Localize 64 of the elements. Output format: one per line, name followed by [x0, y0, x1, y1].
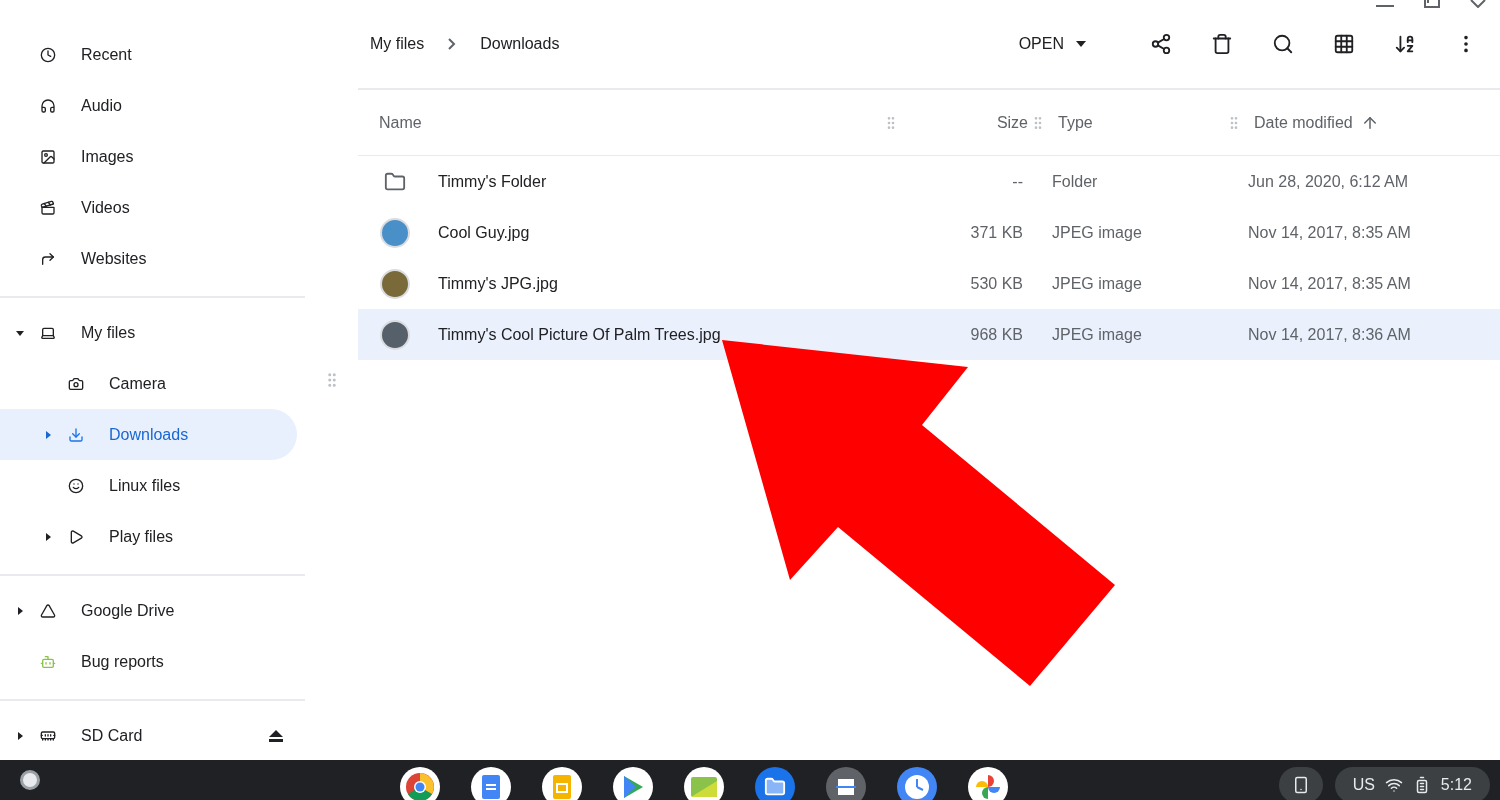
- clock-app-icon[interactable]: [897, 767, 938, 800]
- sidebar-item[interactable]: Bug reports: [0, 636, 297, 687]
- open-button[interactable]: OPEN: [1008, 27, 1096, 61]
- file-name: Timmy's Folder: [438, 172, 547, 191]
- launcher-icon[interactable]: [20, 770, 40, 790]
- column-header[interactable]: Date modified: [1254, 113, 1353, 132]
- sidebar-item[interactable]: Downloads: [0, 409, 297, 460]
- scanner-app-icon[interactable]: [826, 767, 867, 800]
- file-name: Cool Guy.jpg: [438, 223, 530, 242]
- sidebar-item[interactable]: Google Drive: [0, 585, 297, 636]
- sidebar-item[interactable]: Websites: [0, 233, 297, 284]
- sidebar-item[interactable]: My files: [0, 307, 297, 358]
- date-modified: Nov 14, 2017, 8:35 AM: [1248, 223, 1411, 242]
- file-row[interactable]: Timmy's Folder -- Folder Jun 28, 2020, 6:12 AM: [358, 156, 1500, 207]
- caret-icon: [1076, 41, 1086, 47]
- pinwheel-icon[interactable]: [968, 767, 1009, 800]
- file-type: JPEG image: [1052, 325, 1142, 344]
- sidebar-item[interactable]: Play files: [0, 511, 297, 562]
- keyboard-layout: US: [1352, 776, 1375, 794]
- column-header[interactable]: Size: [996, 113, 1028, 132]
- sidebar-item[interactable]: Recent: [0, 29, 297, 80]
- phone-hub-icon[interactable]: [1278, 767, 1323, 800]
- eject-icon[interactable]: [269, 729, 283, 742]
- sidebar-item[interactable]: Camera: [0, 358, 297, 409]
- photo-placeholder: [380, 217, 410, 248]
- breadcrumb-item[interactable]: Downloads: [480, 29, 560, 59]
- file-size: 530 KB: [970, 274, 1023, 293]
- column-header[interactable]: Name: [379, 113, 422, 132]
- column-header[interactable]: Type: [1058, 113, 1093, 132]
- file-row[interactable]: Timmy's Cool Picture Of Palm Trees.jpg 968 KB JPEG image Nov 14, 2017, 8:36 AM: [358, 309, 1500, 360]
- caret-icon[interactable]: [43, 531, 53, 542]
- document-app-icon[interactable]: [471, 767, 512, 800]
- folder-icon: [384, 170, 406, 193]
- caret-icon[interactable]: [15, 605, 25, 616]
- file-row[interactable]: Cool Guy.jpg 371 KB JPEG image Nov 14, 2017, 8:35 AM: [358, 207, 1500, 258]
- sidebar-item[interactable]: Audio: [0, 80, 297, 131]
- breadcrumb-item[interactable]: My files: [370, 29, 425, 59]
- ring-logo-icon[interactable]: [400, 767, 441, 800]
- notes-app-icon[interactable]: [684, 767, 725, 800]
- file-type: JPEG image: [1052, 223, 1142, 242]
- file-size: --: [1012, 172, 1023, 191]
- status-area[interactable]: US 5:12: [1334, 767, 1490, 800]
- date-modified: Nov 14, 2017, 8:35 AM: [1248, 274, 1411, 293]
- folder-app-icon[interactable]: [755, 767, 796, 800]
- date-modified: Jun 28, 2020, 6:12 AM: [1248, 172, 1409, 191]
- chevron-right-icon: [448, 38, 457, 50]
- file-row[interactable]: Timmy's JPG.jpg 530 KB JPEG image Nov 14, 2017, 8:35 AM: [358, 258, 1500, 309]
- caret-icon[interactable]: [15, 730, 25, 741]
- file-size: 968 KB: [970, 325, 1023, 344]
- clock-time: 5:12: [1440, 776, 1472, 794]
- sidebar-item[interactable]: Videos: [0, 182, 297, 233]
- file-name: Timmy's Cool Picture Of Palm Trees.jpg: [438, 325, 721, 344]
- sidebar-item[interactable]: Linux files: [0, 460, 297, 511]
- sidebar-item[interactable]: Images: [0, 131, 297, 182]
- wifi-icon: [1384, 776, 1403, 794]
- file-size: 371 KB: [970, 223, 1023, 242]
- file-name: Timmy's JPG.jpg: [438, 274, 558, 293]
- photo-placeholder: [380, 268, 410, 299]
- slides-app-icon[interactable]: [542, 767, 583, 800]
- file-type: Folder: [1052, 172, 1098, 191]
- date-modified: Nov 14, 2017, 8:36 AM: [1248, 325, 1411, 344]
- file-type: JPEG image: [1052, 274, 1142, 293]
- photo-placeholder: [380, 319, 410, 350]
- sidebar-item[interactable]: SD Card: [0, 710, 297, 761]
